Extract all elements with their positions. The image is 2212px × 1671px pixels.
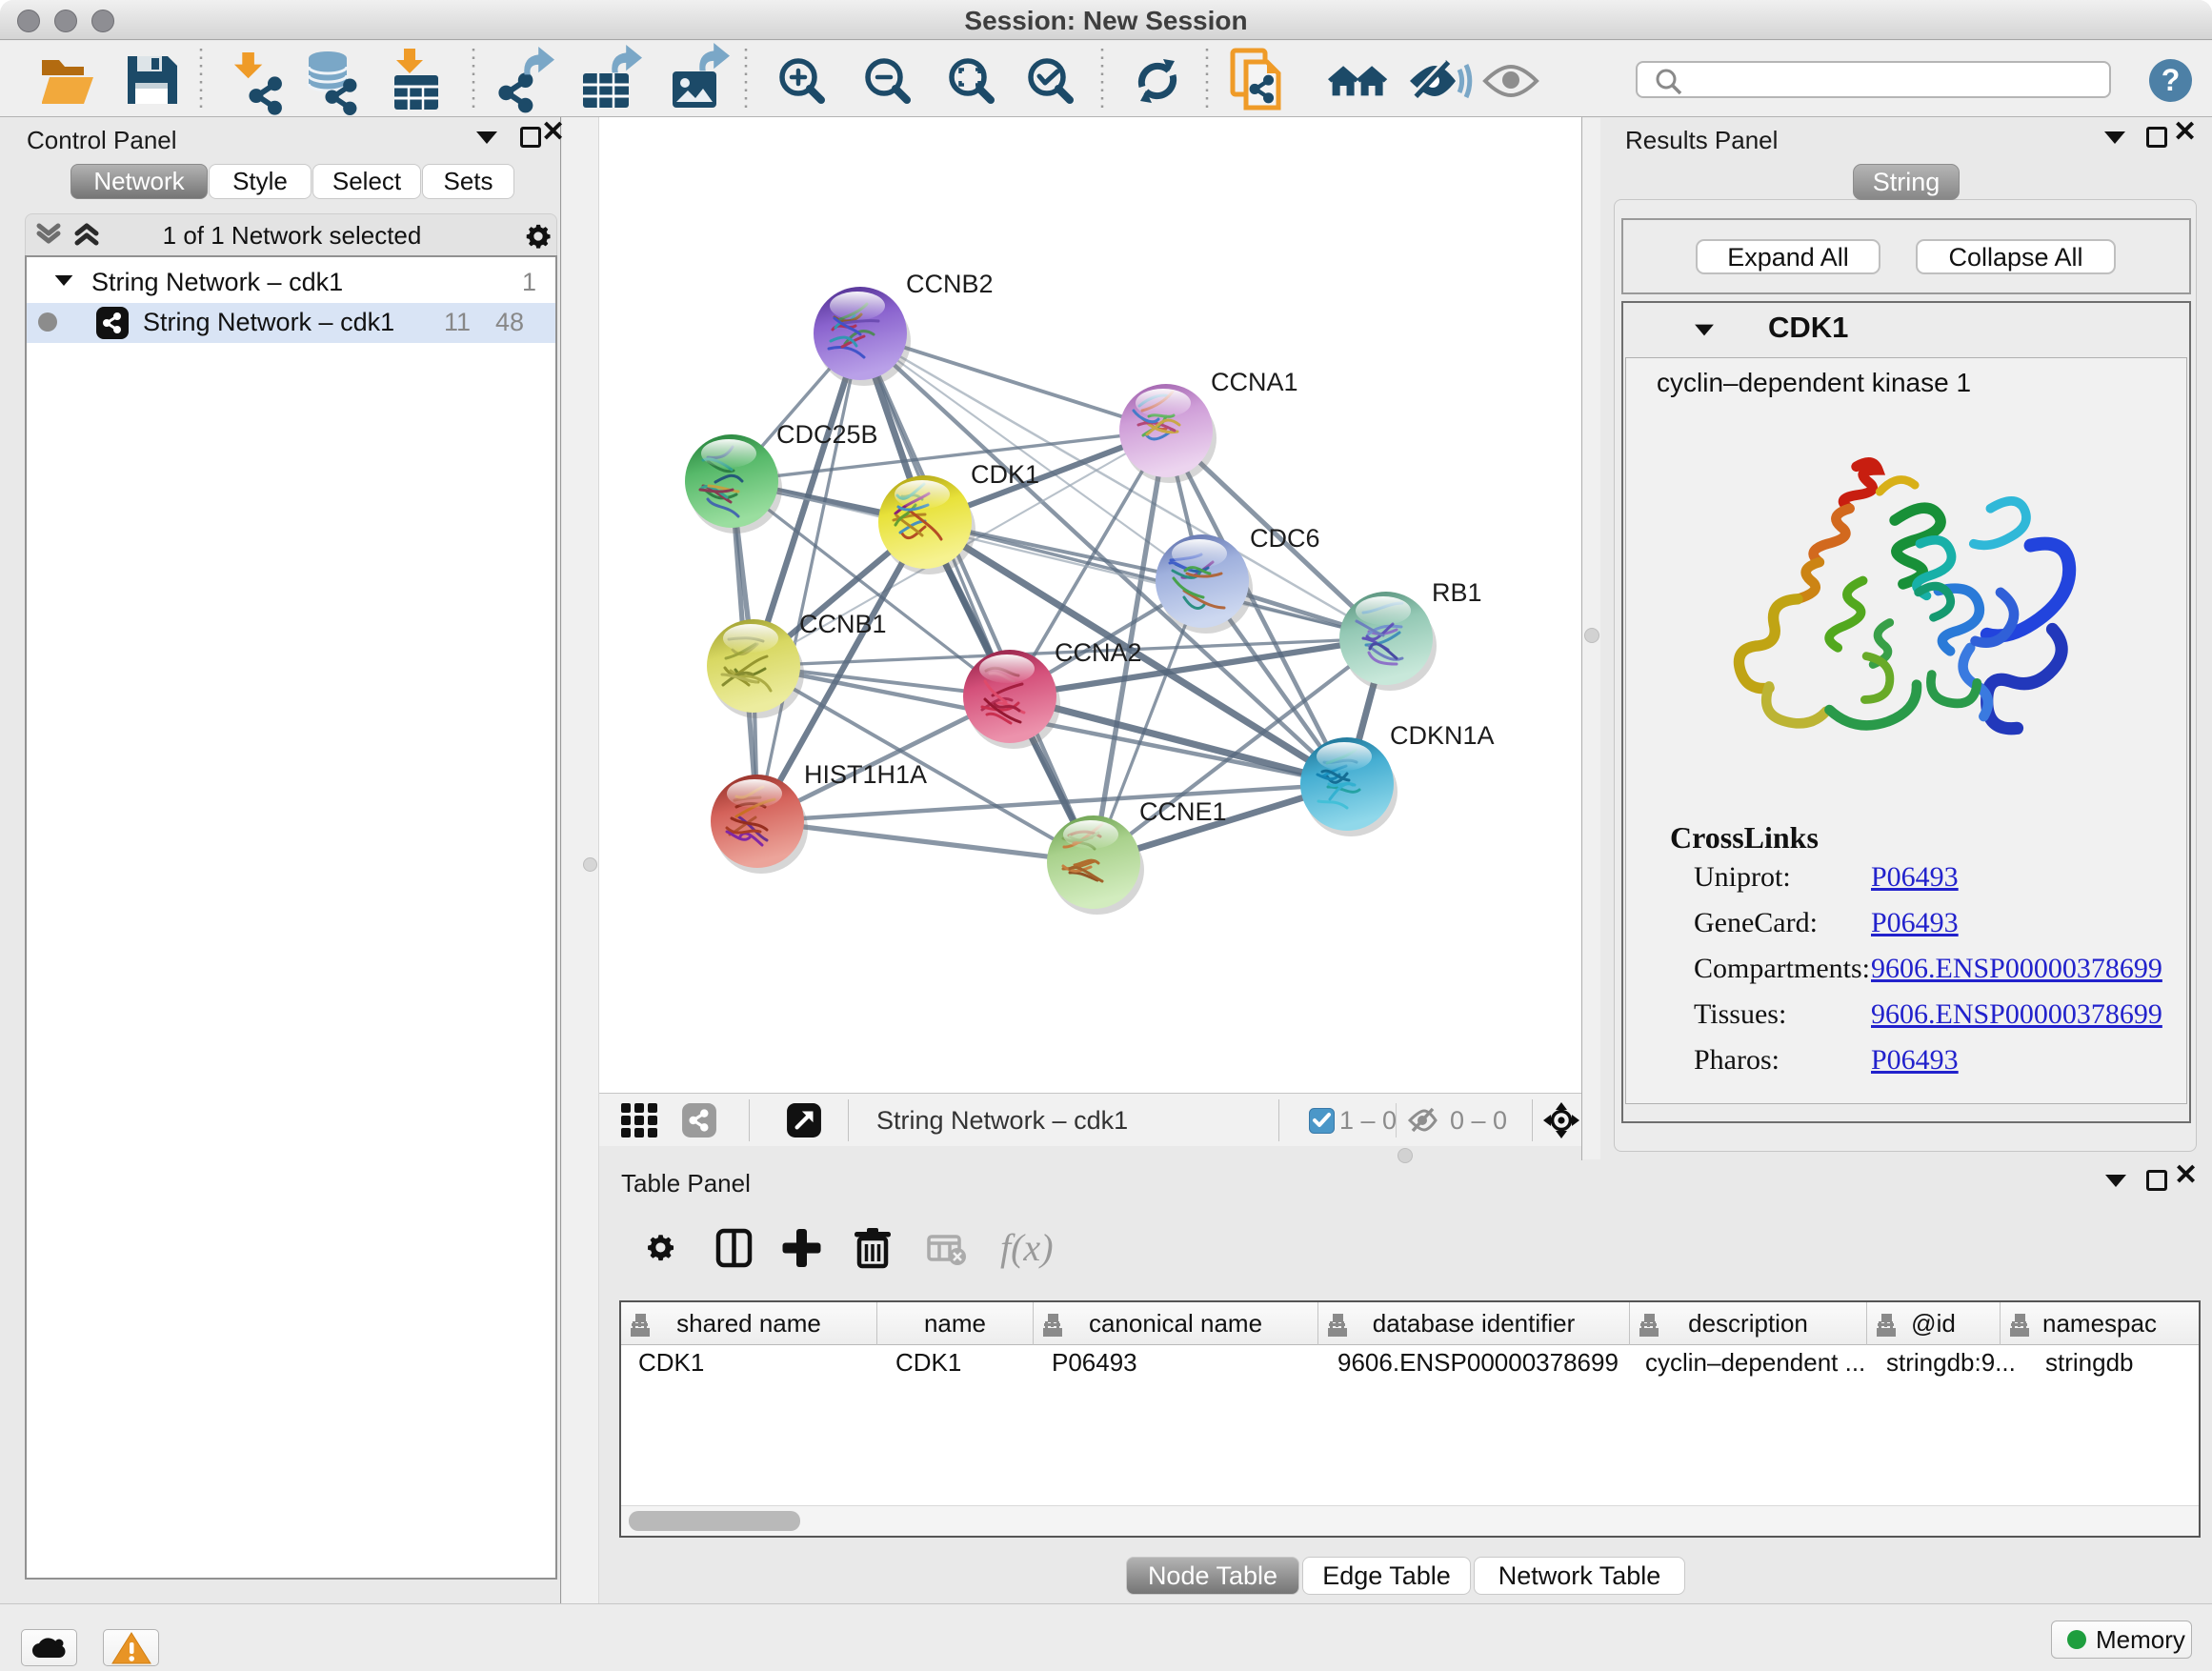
svg-text:RB1: RB1 [1432, 578, 1482, 607]
svg-text:CCNB1: CCNB1 [799, 610, 887, 638]
svg-text:HIST1H1A: HIST1H1A [804, 760, 927, 789]
svg-text:CCNA1: CCNA1 [1211, 368, 1298, 396]
svg-text:CCNE1: CCNE1 [1139, 797, 1227, 826]
svg-text:f(x): f(x) [1000, 1227, 1054, 1269]
svg-text:CCNB2: CCNB2 [906, 270, 994, 298]
svg-text:CDKN1A: CDKN1A [1390, 721, 1495, 750]
svg-text:CDK1: CDK1 [971, 460, 1039, 489]
svg-text:CDC6: CDC6 [1250, 524, 1320, 553]
svg-text:CDC25B: CDC25B [776, 420, 878, 449]
svg-text:CCNA2: CCNA2 [1055, 638, 1142, 667]
